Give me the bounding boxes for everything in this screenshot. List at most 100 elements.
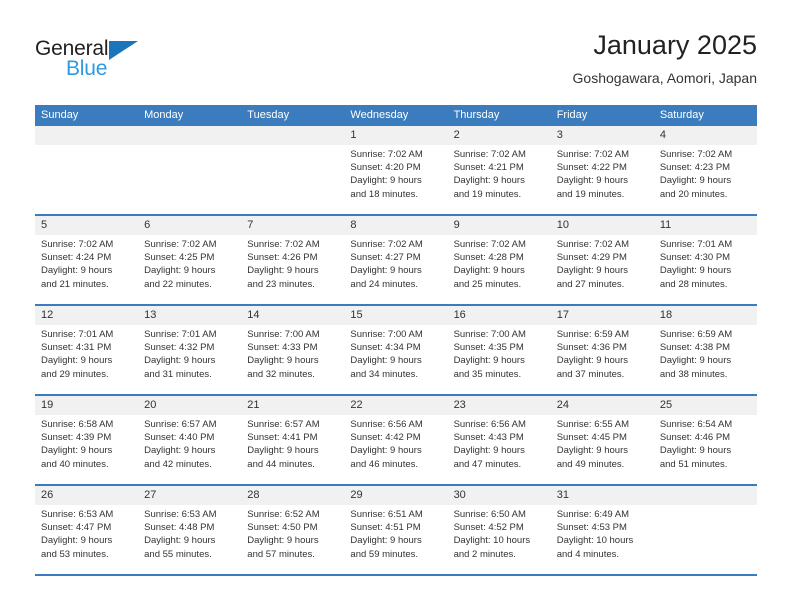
calendar-day-cell[interactable]: 6 Sunrise: 7:02 AM Sunset: 4:25 PM Daylight… xyxy=(138,215,242,306)
day-sun-info: Sunrise: 6:50 AM Sunset: 4:52 PM Daylight:… xyxy=(448,505,551,561)
weekday-header-sunday: Sunday xyxy=(35,105,139,126)
day-info-line: Sunrise: 7:02 AM xyxy=(144,239,217,250)
day-number: 11 xyxy=(653,216,757,235)
day-number: 10 xyxy=(550,216,654,235)
day-info-line: Sunrise: 6:56 AM xyxy=(350,419,423,430)
calendar-day-cell[interactable]: 26 Sunrise: 6:53 AM Sunset: 4:47 PM Dayligh… xyxy=(35,485,139,576)
day-info-line: Sunset: 4:21 PM xyxy=(453,162,524,174)
calendar-day-cell[interactable]: 28 Sunrise: 6:52 AM Sunset: 4:50 PM Dayligh… xyxy=(241,485,345,576)
day-info-line: Daylight: 9 hours xyxy=(144,535,216,547)
calendar-day-cell[interactable]: 19 Sunrise: 6:58 AM Sunset: 4:39 PM Dayligh… xyxy=(35,395,139,486)
calendar-day-cell[interactable]: 20 Sunrise: 6:57 AM Sunset: 4:40 PM Dayligh… xyxy=(138,395,242,486)
day-info-line: Sunrise: 7:02 AM xyxy=(659,149,733,160)
day-info-line: and 47 minutes. xyxy=(453,458,522,470)
day-info-line: and 25 minutes. xyxy=(453,278,522,290)
day-info-line: Sunset: 4:52 PM xyxy=(453,522,524,534)
day-info-line: and 40 minutes. xyxy=(41,458,109,470)
calendar-day-cell[interactable]: 9 Sunrise: 7:02 AM Sunset: 4:28 PM Daylight… xyxy=(447,215,551,306)
day-number: 29 xyxy=(344,486,448,505)
day-info-line: Sunrise: 7:00 AM xyxy=(247,329,320,340)
day-number: 31 xyxy=(550,486,654,505)
day-info-line: Sunset: 4:35 PM xyxy=(453,342,524,354)
day-info-line: Sunset: 4:45 PM xyxy=(556,432,627,444)
location-subtitle: Goshogawara, Aomori, Japan xyxy=(572,70,757,86)
calendar-day-cell[interactable]: 1 Sunrise: 7:02 AM Sunset: 4:20 PM Daylight… xyxy=(344,126,448,216)
day-sun-info: Sunrise: 6:57 AM Sunset: 4:40 PM Daylight:… xyxy=(138,415,241,471)
calendar-day-cell[interactable]: 11 Sunrise: 7:01 AM Sunset: 4:30 PM Dayligh… xyxy=(653,215,757,306)
day-number: 24 xyxy=(550,396,654,415)
day-number xyxy=(138,126,242,145)
day-info-line: Sunrise: 6:59 AM xyxy=(659,329,733,340)
day-info-line: Sunrise: 7:02 AM xyxy=(453,149,526,160)
day-number: 4 xyxy=(653,126,757,145)
day-info-line: Sunset: 4:29 PM xyxy=(556,252,627,264)
day-number: 21 xyxy=(241,396,345,415)
calendar-body: 1 Sunrise: 7:02 AM Sunset: 4:20 PM Daylight… xyxy=(35,126,757,576)
calendar-day-cell[interactable]: 23 Sunrise: 6:56 AM Sunset: 4:43 PM Dayligh… xyxy=(447,395,551,486)
calendar-day-cell[interactable]: 17 Sunrise: 6:59 AM Sunset: 4:36 PM Dayligh… xyxy=(550,305,654,396)
calendar-day-cell[interactable]: 25 Sunrise: 6:54 AM Sunset: 4:46 PM Dayligh… xyxy=(653,395,757,486)
calendar-day-cell[interactable]: 2 Sunrise: 7:02 AM Sunset: 4:21 PM Daylight… xyxy=(447,126,551,216)
day-sun-info: Sunrise: 7:02 AM Sunset: 4:23 PM Daylight:… xyxy=(654,145,757,201)
calendar-day-cell[interactable]: 15 Sunrise: 7:00 AM Sunset: 4:34 PM Dayligh… xyxy=(344,305,448,396)
day-info-line: Sunset: 4:22 PM xyxy=(556,162,627,174)
day-number: 23 xyxy=(447,396,551,415)
day-number xyxy=(35,126,139,145)
day-number: 26 xyxy=(35,486,139,505)
calendar-day-cell[interactable]: 18 Sunrise: 6:59 AM Sunset: 4:38 PM Dayligh… xyxy=(653,305,757,396)
weekday-header-wednesday: Wednesday xyxy=(344,105,448,126)
day-sun-info: Sunrise: 6:56 AM Sunset: 4:42 PM Daylight:… xyxy=(344,415,447,471)
day-info-line: and 44 minutes. xyxy=(247,458,315,470)
calendar-day-cell[interactable]: 29 Sunrise: 6:51 AM Sunset: 4:51 PM Dayligh… xyxy=(344,485,448,576)
day-info-line: Daylight: 9 hours xyxy=(41,535,113,547)
general-blue-logo[interactable]: General Blue xyxy=(35,37,175,83)
day-info-line: and 46 minutes. xyxy=(350,458,419,470)
calendar-day-cell[interactable]: 14 Sunrise: 7:00 AM Sunset: 4:33 PM Dayligh… xyxy=(241,305,345,396)
day-sun-info: Sunrise: 7:01 AM Sunset: 4:31 PM Daylight:… xyxy=(35,325,138,381)
day-sun-info: Sunrise: 7:02 AM Sunset: 4:27 PM Daylight:… xyxy=(344,235,447,291)
day-info-line: Sunrise: 6:51 AM xyxy=(350,509,423,520)
day-info-line: and 55 minutes. xyxy=(144,548,212,560)
calendar-day-cell[interactable]: 12 Sunrise: 7:01 AM Sunset: 4:31 PM Dayligh… xyxy=(35,305,139,396)
calendar-day-cell[interactable]: 21 Sunrise: 6:57 AM Sunset: 4:41 PM Dayligh… xyxy=(241,395,345,486)
calendar-day-cell[interactable]: 27 Sunrise: 6:53 AM Sunset: 4:48 PM Dayligh… xyxy=(138,485,242,576)
title-block: January 2025 Goshogawara, Aomori, Japan xyxy=(573,28,757,88)
calendar-day-cell[interactable]: 7 Sunrise: 7:02 AM Sunset: 4:26 PM Daylight… xyxy=(241,215,345,306)
day-info-line: Sunset: 4:48 PM xyxy=(144,522,215,534)
weekday-header-saturday: Saturday xyxy=(653,105,757,126)
page-header: General Blue January 2025 Goshogawara, A… xyxy=(35,28,757,98)
day-info-line: Sunset: 4:46 PM xyxy=(659,432,731,444)
day-sun-info: Sunrise: 6:51 AM Sunset: 4:51 PM Daylight:… xyxy=(344,505,447,561)
day-info-line: Daylight: 9 hours xyxy=(144,355,216,367)
day-sun-info: Sunrise: 7:02 AM Sunset: 4:24 PM Daylight:… xyxy=(35,235,138,291)
calendar-day-cell[interactable]: 16 Sunrise: 7:00 AM Sunset: 4:35 PM Dayligh… xyxy=(447,305,551,396)
calendar-day-cell[interactable]: 4 Sunrise: 7:02 AM Sunset: 4:23 PM Daylight… xyxy=(653,126,757,216)
day-info-line: Sunset: 4:30 PM xyxy=(659,252,731,264)
day-info-line: Daylight: 9 hours xyxy=(247,535,319,547)
day-number: 19 xyxy=(35,396,139,415)
calendar-day-cell[interactable]: 8 Sunrise: 7:02 AM Sunset: 4:27 PM Daylight… xyxy=(344,215,448,306)
day-info-line: Sunset: 4:47 PM xyxy=(41,522,112,534)
calendar-day-cell[interactable]: 5 Sunrise: 7:02 AM Sunset: 4:24 PM Daylight… xyxy=(35,215,139,306)
day-info-line: Sunset: 4:38 PM xyxy=(659,342,731,354)
day-info-line: Daylight: 9 hours xyxy=(453,175,525,187)
calendar-day-cell[interactable]: 30 Sunrise: 6:50 AM Sunset: 4:52 PM Dayligh… xyxy=(447,485,551,576)
day-info-line: Sunset: 4:42 PM xyxy=(350,432,421,444)
weekday-header-friday: Friday xyxy=(550,105,654,126)
day-info-line: Sunset: 4:28 PM xyxy=(453,252,524,264)
day-sun-info: Sunrise: 6:52 AM Sunset: 4:50 PM Daylight:… xyxy=(241,505,344,561)
calendar-day-cell[interactable]: 10 Sunrise: 7:02 AM Sunset: 4:29 PM Dayligh… xyxy=(550,215,654,306)
calendar-day-cell[interactable]: 3 Sunrise: 7:02 AM Sunset: 4:22 PM Daylight… xyxy=(550,126,654,216)
calendar-day-cell[interactable]: 31 Sunrise: 6:49 AM Sunset: 4:53 PM Dayligh… xyxy=(550,485,654,576)
weekday-header-monday: Monday xyxy=(138,105,242,126)
day-info-line: Sunrise: 6:57 AM xyxy=(247,419,320,430)
day-sun-info: Sunrise: 6:59 AM Sunset: 4:38 PM Daylight:… xyxy=(654,325,757,381)
day-info-line: Sunset: 4:53 PM xyxy=(556,522,627,534)
day-info-line: and 18 minutes. xyxy=(350,188,419,200)
calendar-day-cell[interactable]: 24 Sunrise: 6:55 AM Sunset: 4:45 PM Dayligh… xyxy=(550,395,654,486)
calendar-day-cell[interactable]: 22 Sunrise: 6:56 AM Sunset: 4:42 PM Dayligh… xyxy=(344,395,448,486)
day-info-line: Sunset: 4:20 PM xyxy=(350,162,421,174)
calendar-day-cell[interactable]: 13 Sunrise: 7:01 AM Sunset: 4:32 PM Dayligh… xyxy=(138,305,242,396)
day-info-line: and 57 minutes. xyxy=(247,548,315,560)
day-info-line: Daylight: 9 hours xyxy=(659,265,732,277)
